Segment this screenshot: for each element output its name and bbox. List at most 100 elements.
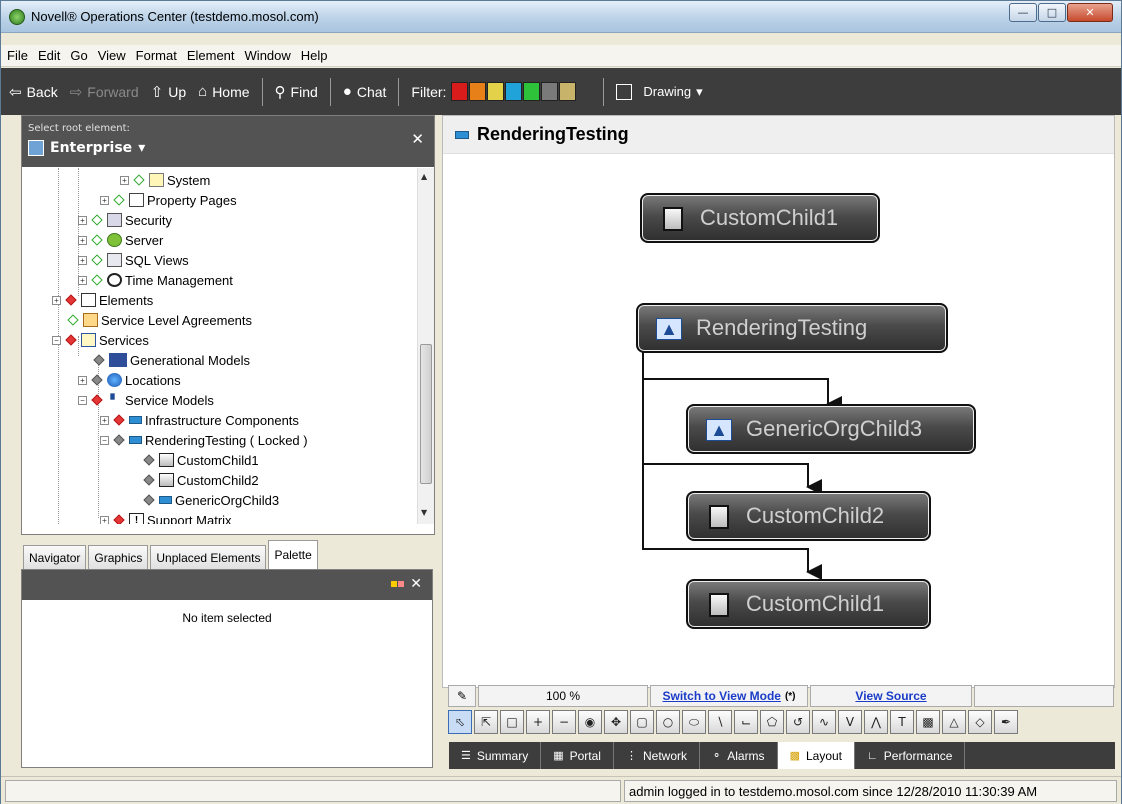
eyedropper-tool[interactable]: ✒	[994, 710, 1018, 734]
connector-tool[interactable]: ⌙	[734, 710, 758, 734]
find-button[interactable]: ⚲ Find	[275, 83, 318, 101]
node-customchild2[interactable]: CustomChild2	[686, 491, 931, 541]
ellipse-tool[interactable]: ⬭	[682, 710, 706, 734]
text-tool[interactable]: T	[890, 710, 914, 734]
menu-element[interactable]: Element	[187, 48, 235, 63]
tab-performance[interactable]: ∟ Performance	[855, 742, 966, 769]
filter-ok-swatch[interactable]	[523, 82, 541, 101]
tab-navigator[interactable]: Navigator	[23, 545, 87, 569]
expand-icon[interactable]: +	[100, 195, 109, 205]
tree-scrollbar[interactable]: ▲ ▼	[417, 168, 434, 524]
freeform-tool[interactable]: ∿	[812, 710, 836, 734]
expand-icon[interactable]: +	[100, 515, 109, 524]
collapse-icon[interactable]: −	[78, 395, 87, 405]
expand-icon[interactable]: +	[52, 295, 61, 305]
tree-item[interactable]: − ▘ Service Models	[78, 390, 214, 410]
tree-item[interactable]: − Services	[52, 330, 149, 350]
expand-icon[interactable]: +	[78, 255, 87, 265]
tree-item[interactable]: Generational Models	[92, 350, 250, 370]
layout-icon[interactable]	[391, 581, 405, 587]
tab-network[interactable]: ⋮ Network	[614, 742, 700, 769]
up-button[interactable]: ⇧ Up	[151, 83, 186, 101]
node-customchild1[interactable]: CustomChild1	[640, 193, 880, 243]
tree-item[interactable]: CustomChild2	[142, 470, 259, 490]
expand-icon[interactable]: +	[78, 235, 87, 245]
tab-layout[interactable]: ▩ Layout	[777, 742, 855, 769]
tree-item[interactable]: + Time Management	[78, 270, 233, 290]
tab-unplaced-elements[interactable]: Unplaced Elements	[150, 545, 267, 569]
circle-tool[interactable]: ○	[656, 710, 680, 734]
close-window-button[interactable]: ✕	[1067, 3, 1113, 22]
tree-item[interactable]: + Infrastructure Components	[100, 410, 299, 430]
tree-item[interactable]: + SQL Views	[78, 250, 189, 270]
minimize-button[interactable]: —	[1009, 3, 1037, 22]
chat-button[interactable]: ● Chat	[343, 83, 387, 100]
diamond-tool[interactable]: ◇	[968, 710, 992, 734]
drawing-dropdown[interactable]: Drawing ▾	[616, 83, 703, 100]
menu-file[interactable]: File	[7, 48, 28, 63]
node-renderingtesting[interactable]: ▲ RenderingTesting	[636, 303, 948, 353]
arc-tool[interactable]: ↺	[786, 710, 810, 734]
expand-icon[interactable]: +	[120, 175, 129, 185]
tree-item[interactable]: + Server	[78, 230, 163, 250]
view-source-link[interactable]: View Source	[855, 689, 926, 703]
menu-help[interactable]: Help	[301, 48, 328, 63]
menu-edit[interactable]: Edit	[38, 48, 60, 63]
tab-palette[interactable]: Palette	[268, 540, 318, 569]
expand-icon[interactable]: +	[78, 275, 87, 285]
tab-graphics[interactable]: Graphics	[88, 545, 149, 569]
scroll-up-icon[interactable]: ▲	[421, 172, 427, 181]
rectangle-tool[interactable]: ▢	[630, 710, 654, 734]
menu-window[interactable]: Window	[245, 48, 291, 63]
image-tool[interactable]: ▩	[916, 710, 940, 734]
tree-item[interactable]: CustomChild1	[142, 450, 259, 470]
tab-alarms[interactable]: ⚬ Alarms	[700, 742, 778, 769]
select-add-tool[interactable]: ⇱	[474, 710, 498, 734]
filter-critical-swatch[interactable]	[451, 82, 469, 101]
expand-icon[interactable]: +	[78, 375, 87, 385]
tree-item[interactable]: GenericOrgChild3	[142, 490, 279, 510]
maximize-button[interactable]: □	[1038, 3, 1066, 22]
filter-unknown-swatch[interactable]	[541, 82, 559, 101]
menu-view[interactable]: View	[98, 48, 126, 63]
forward-button[interactable]: ⇨ Forward	[70, 83, 139, 101]
expand-icon[interactable]: +	[100, 415, 109, 425]
select-pointer-tool[interactable]: ⬁	[448, 710, 472, 734]
close-icon[interactable]: ✕	[411, 130, 424, 148]
tree-item[interactable]: + ! Support Matrix	[100, 510, 232, 524]
home-button[interactable]: ⌂ Home	[198, 83, 249, 100]
filter-info-swatch[interactable]	[505, 82, 523, 101]
close-icon[interactable]: ✕	[410, 576, 422, 592]
zoom-out-tool[interactable]: −	[552, 710, 576, 734]
tree-item[interactable]: + Property Pages	[100, 190, 237, 210]
scrollbar-thumb[interactable]	[420, 344, 432, 484]
root-dropdown[interactable]: Enterprise ▾	[28, 140, 145, 156]
zoom-fit-tool[interactable]: ◉	[578, 710, 602, 734]
tree-item[interactable]: − RenderingTesting ( Locked )	[100, 430, 308, 450]
zoom-in-tool[interactable]: +	[526, 710, 550, 734]
tree-item[interactable]: + Elements	[52, 290, 153, 310]
expand-icon[interactable]: +	[78, 215, 87, 225]
edit-pencil-icon[interactable]: ✎	[448, 685, 476, 707]
tree-item[interactable]: + Security	[78, 210, 172, 230]
filter-unmanaged-swatch[interactable]	[559, 82, 577, 101]
tree-item[interactable]: Service Level Agreements	[66, 310, 252, 330]
node-genericorgchild3[interactable]: ▲ GenericOrgChild3	[686, 404, 976, 454]
tree-item[interactable]: + System	[120, 170, 210, 190]
curve-tool[interactable]: V	[838, 710, 862, 734]
collapse-icon[interactable]: −	[100, 435, 109, 445]
menu-go[interactable]: Go	[70, 48, 87, 63]
scroll-down-icon[interactable]: ▼	[421, 508, 427, 517]
marquee-select-tool[interactable]: □	[500, 710, 524, 734]
filter-major-swatch[interactable]	[469, 82, 487, 101]
line-tool[interactable]: ∖	[708, 710, 732, 734]
polygon-tool[interactable]: ⬠	[760, 710, 784, 734]
triangle-tool[interactable]: △	[942, 710, 966, 734]
node-customchild1-lower[interactable]: CustomChild1	[686, 579, 931, 629]
tree-item[interactable]: + Locations	[78, 370, 181, 390]
back-button[interactable]: ⇦ Back	[9, 83, 58, 101]
menu-format[interactable]: Format	[136, 48, 177, 63]
pan-tool[interactable]: ✥	[604, 710, 628, 734]
collapse-icon[interactable]: −	[52, 335, 61, 345]
polyline-tool[interactable]: ⋀	[864, 710, 888, 734]
